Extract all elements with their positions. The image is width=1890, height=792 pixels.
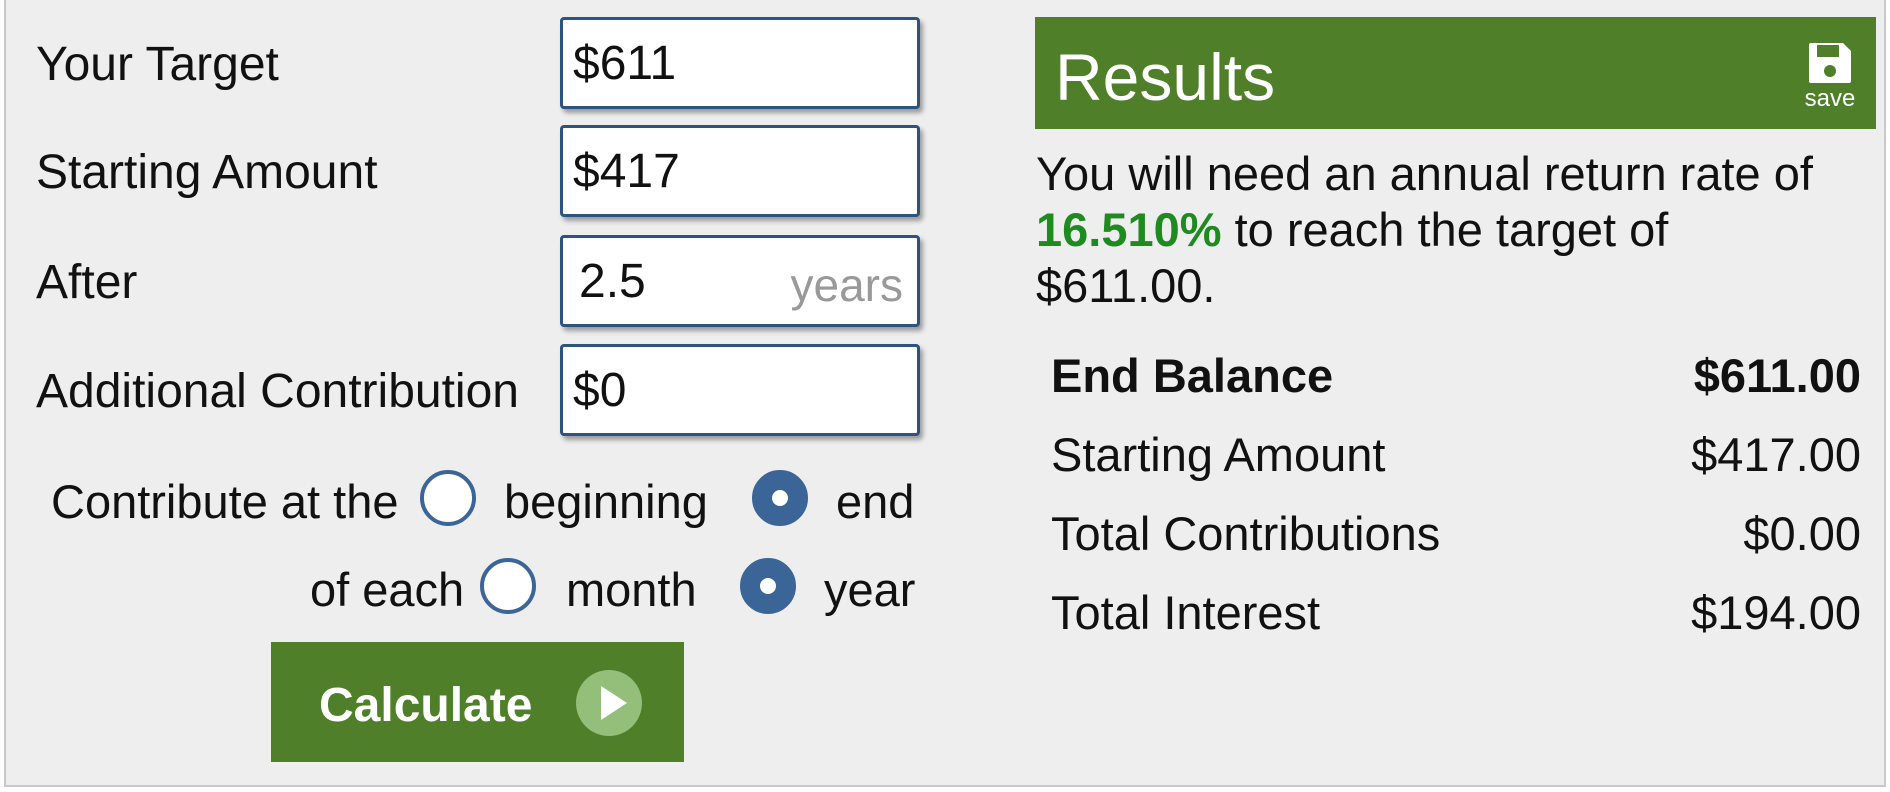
beginning-radio-label[interactable]: beginning [504, 478, 708, 525]
end-radio-label[interactable]: end [836, 478, 914, 525]
calculate-button[interactable]: Calculate [271, 642, 684, 762]
results-header: Results save [1035, 17, 1876, 129]
total-contributions-value: $0.00 [1743, 507, 1861, 560]
of-each-label: of each [310, 563, 465, 616]
total-contributions-row: Total Contributions $0.00 [1051, 504, 1861, 564]
total-interest-row: Total Interest $194.00 [1051, 583, 1861, 643]
results-summary: You will need an annual return rate of 1… [1036, 146, 1866, 314]
end-balance-value: $611.00 [1693, 349, 1861, 402]
month-radio[interactable] [480, 558, 536, 614]
year-radio[interactable] [740, 558, 796, 614]
starting-amount-row: Starting Amount $417.00 [1051, 425, 1861, 485]
end-balance-row: End Balance $611.00 [1051, 346, 1861, 406]
contribute-at-label: Contribute at the [51, 475, 399, 528]
starting-amount-result-label: Starting Amount [1051, 428, 1386, 481]
summary-prefix: You will need an annual return rate of [1036, 147, 1813, 200]
month-radio-label[interactable]: month [566, 566, 697, 613]
starting-amount-result-value: $417.00 [1691, 428, 1861, 481]
save-button[interactable]: save [1800, 41, 1860, 111]
end-balance-label: End Balance [1051, 349, 1334, 402]
contribution-input[interactable] [563, 347, 917, 433]
target-label: Your Target [36, 38, 279, 91]
floppy-disk-icon [1809, 43, 1851, 83]
starting-amount-label: Starting Amount [36, 146, 378, 199]
target-field [560, 17, 920, 109]
end-radio[interactable] [752, 470, 808, 526]
summary-target: $611.00. [1036, 259, 1216, 312]
calculator-panel: Your Target Starting Amount After years … [4, 0, 1886, 787]
calculate-button-label: Calculate [319, 679, 533, 732]
total-contributions-label: Total Contributions [1051, 507, 1441, 560]
summary-middle: to reach the target of [1234, 203, 1669, 256]
play-circle-icon [576, 670, 642, 736]
total-interest-label: Total Interest [1051, 586, 1321, 639]
required-rate: 16.510% [1036, 203, 1222, 256]
year-radio-label[interactable]: year [824, 566, 915, 613]
total-interest-value: $194.00 [1691, 586, 1861, 639]
save-label: save [1804, 85, 1856, 112]
target-input[interactable] [563, 20, 917, 106]
starting-amount-field [560, 125, 920, 217]
after-field: years [560, 235, 920, 327]
beginning-radio[interactable] [420, 470, 476, 526]
starting-amount-input[interactable] [563, 128, 917, 214]
results-title: Results [1055, 40, 1276, 114]
years-input[interactable] [563, 238, 917, 324]
after-label: After [36, 256, 138, 309]
contribution-label: Additional Contribution [36, 365, 519, 418]
contribution-field [560, 344, 920, 436]
